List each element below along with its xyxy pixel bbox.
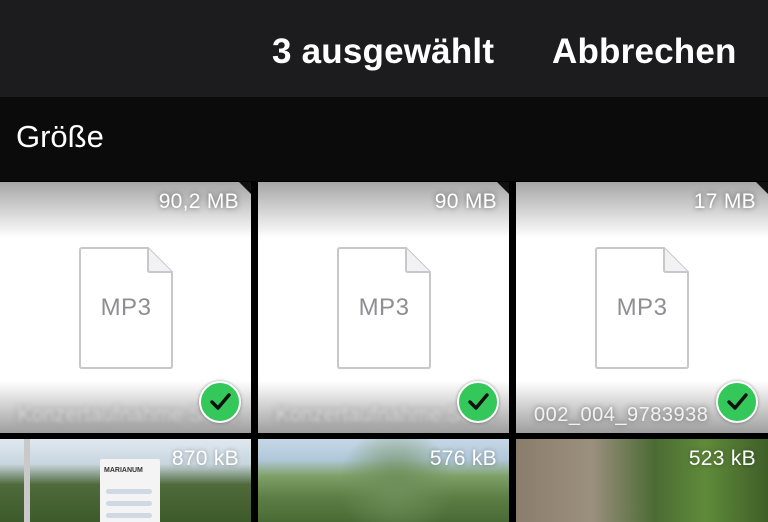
checkmark-circle-icon (199, 381, 241, 423)
cancel-button[interactable]: Abbrechen (552, 32, 737, 72)
selected-count-title: 3 ausgewählt (272, 32, 495, 71)
sign-line (106, 501, 152, 506)
file-tile[interactable]: 90,2 MB MP3 Konzertaufnahme Seite (0, 182, 251, 433)
photo-tile[interactable]: MARIANUM 870 kB (0, 439, 251, 522)
file-size-label: 870 kB (171, 447, 239, 470)
file-size-label: 17 MB (693, 190, 756, 213)
file-size-label: 90 MB (434, 190, 497, 213)
file-name-label: 002_004_9783938 (534, 404, 709, 426)
sort-bar (0, 97, 768, 181)
file-size-label: 523 kB (688, 447, 756, 470)
file-size-label: 576 kB (429, 447, 497, 470)
file-type-label: MP3 (616, 294, 668, 321)
photo-pole (24, 439, 30, 522)
sign-line (106, 489, 152, 494)
sign-line (106, 513, 152, 518)
file-type-label: MP3 (358, 294, 410, 321)
file-tile[interactable]: 17 MB MP3 002_004_9783938 (516, 182, 768, 433)
document-file-icon: MP3 (594, 246, 690, 370)
photo-tile[interactable]: 576 kB (258, 439, 509, 522)
photo-sign: MARIANUM (100, 459, 160, 522)
checkmark-circle-icon (716, 381, 758, 423)
photo-tile[interactable]: 523 kB (516, 439, 768, 522)
document-file-icon: MP3 (78, 246, 174, 370)
tile-corner (497, 182, 509, 194)
tile-corner (756, 182, 768, 194)
checkmark-circle-icon (457, 381, 499, 423)
tile-corner (239, 182, 251, 194)
document-file-icon: MP3 (336, 246, 432, 370)
file-size-label: 90,2 MB (158, 190, 239, 213)
sign-text: MARIANUM (104, 467, 143, 474)
file-tile[interactable]: 90 MB MP3 Konzertaufnahme Seite (258, 182, 509, 433)
file-type-label: MP3 (100, 294, 152, 321)
sort-by-size-label[interactable]: Größe (16, 119, 104, 155)
